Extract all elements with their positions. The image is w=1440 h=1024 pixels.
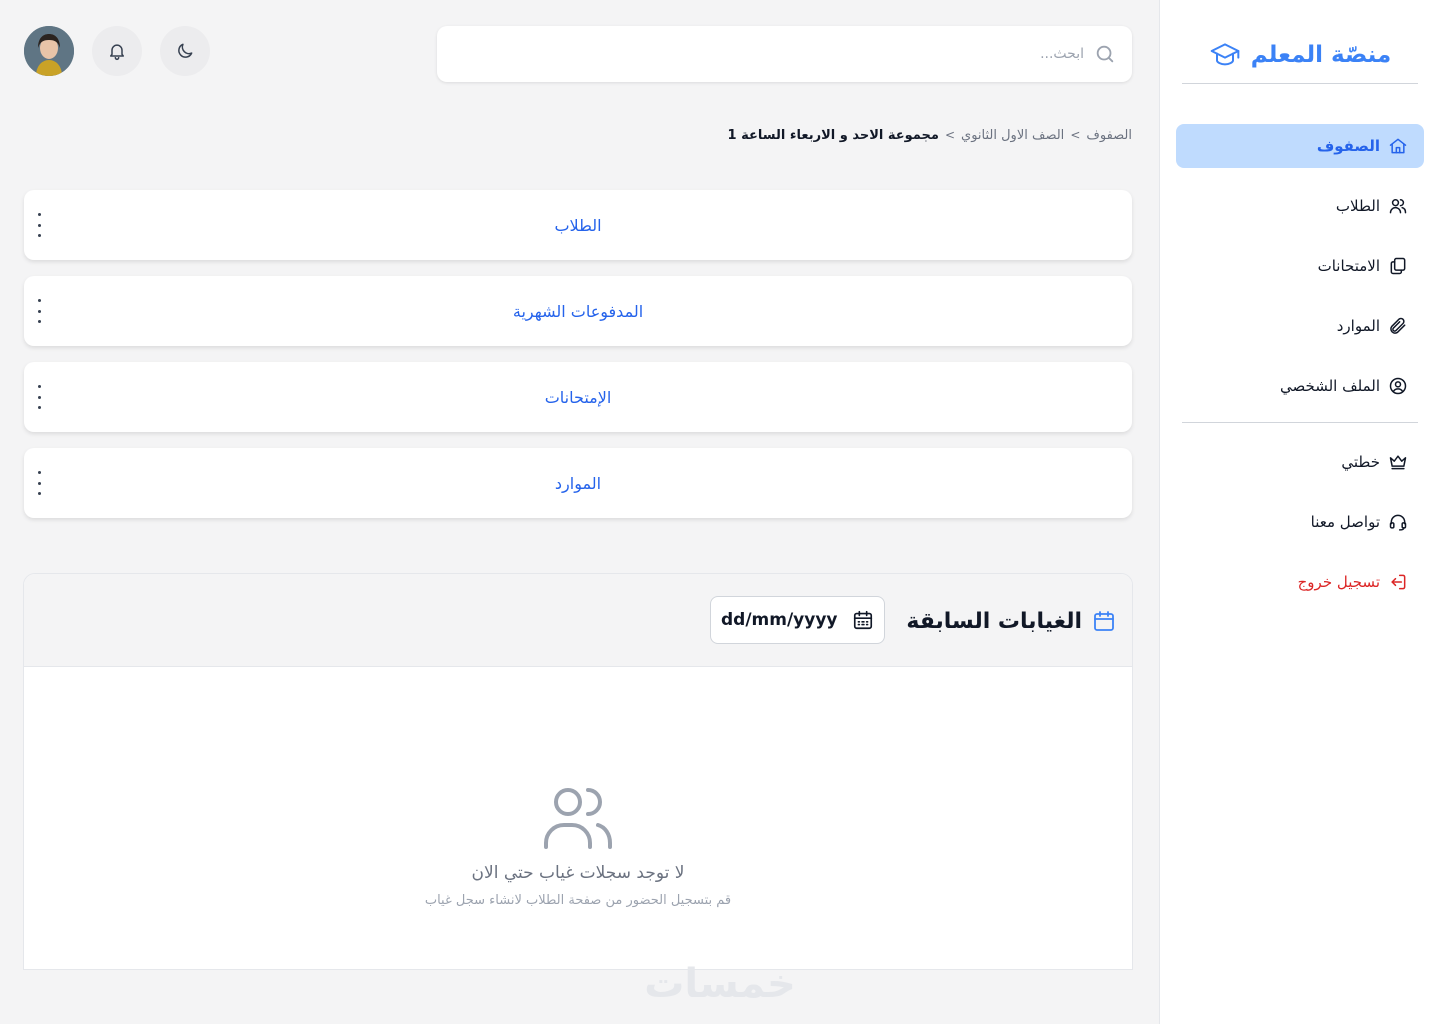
logout-icon — [1391, 574, 1406, 590]
empty-hint: قم بتسجيل الحضور من صفحة الطلاب لانشاء س… — [424, 893, 732, 908]
card-title: الإمتحانات — [544, 387, 612, 407]
calendar-icon — [1094, 611, 1114, 631]
avatar-image — [24, 26, 74, 76]
breadcrumb-separator: > — [944, 128, 956, 142]
absences-title: الغيابات السابقة — [906, 606, 1116, 636]
more-vertical-icon[interactable] — [34, 471, 44, 495]
home-icon — [1389, 138, 1407, 154]
calendar-picker-icon[interactable] — [852, 609, 874, 631]
breadcrumb-grade[interactable]: الصف الاول الثانوي — [961, 128, 1064, 143]
search-input[interactable] — [437, 26, 1084, 82]
paperclip-icon — [1390, 317, 1406, 334]
exams-card[interactable]: الإمتحانات — [24, 362, 1132, 432]
user-circle-icon — [1389, 377, 1407, 395]
sidebar-item-exams[interactable]: الامتحانات — [1176, 244, 1424, 288]
sidebar-item-label: الموارد — [1336, 317, 1380, 335]
sidebar-item-my-plan[interactable]: خطتي — [1176, 440, 1424, 484]
breadcrumb-classes[interactable]: الصفوف — [1086, 128, 1132, 143]
sidebar-item-logout[interactable]: تسجيل خروج — [1176, 560, 1424, 604]
notifications-button[interactable] — [92, 26, 142, 76]
sidebar-item-label: تواصل معنا — [1310, 513, 1380, 531]
sidebar-item-label: الامتحانات — [1317, 257, 1380, 275]
users-empty-icon — [544, 788, 612, 849]
date-value: dd/mm/yyyy — [721, 610, 838, 630]
brand-title: منصّة المعلم — [1250, 41, 1392, 68]
search-bar — [437, 26, 1132, 82]
sidebar-item-label: خطتي — [1341, 453, 1380, 471]
avatar[interactable] — [24, 26, 74, 76]
graduation-cap-icon — [1210, 42, 1240, 65]
sidebar-item-label: الطلاب — [1335, 197, 1380, 215]
sidebar-item-students[interactable]: الطلاب — [1176, 184, 1424, 228]
card-title: المدفوعات الشهرية — [512, 301, 644, 321]
sidebar-item-label: الصفوف — [1316, 137, 1380, 155]
absences-panel: الغيابات السابقة dd/mm/yyyy لا توجد سجلا… — [23, 573, 1133, 970]
search-icon — [1096, 45, 1114, 63]
documents-icon — [1390, 257, 1406, 275]
sidebar-item-label: تسجيل خروج — [1297, 573, 1380, 591]
sidebar: منصّة المعلم الصفوف الطلاب الامتحانات ال… — [1159, 0, 1440, 1024]
monthly-payments-card[interactable]: المدفوعات الشهرية — [24, 276, 1132, 346]
card-title: الموارد — [554, 473, 602, 493]
more-vertical-icon[interactable] — [34, 385, 44, 409]
sidebar-item-classes[interactable]: الصفوف — [1176, 124, 1424, 168]
empty-state: لا توجد سجلات غياب حتي الان قم بتسجيل ال… — [24, 667, 1132, 969]
watermark: خمسات — [644, 961, 796, 1007]
headset-icon — [1389, 514, 1407, 531]
breadcrumb: الصفوف > الصف الاول الثانوي > مجموعة الا… — [700, 124, 1132, 146]
empty-message: لا توجد سجلات غياب حتي الان — [471, 863, 685, 883]
breadcrumb-group: مجموعة الاحد و الاربعاء الساعة 1 — [727, 127, 939, 143]
absences-title-text: الغيابات السابقة — [906, 608, 1082, 634]
breadcrumb-separator: > — [1070, 128, 1081, 142]
date-picker-input[interactable]: dd/mm/yyyy — [710, 596, 885, 644]
more-vertical-icon[interactable] — [34, 213, 44, 237]
crown-icon — [1389, 455, 1407, 470]
sidebar-item-resources[interactable]: الموارد — [1176, 304, 1424, 348]
moon-icon — [178, 43, 193, 58]
sidebar-item-profile[interactable]: الملف الشخصي — [1176, 364, 1424, 408]
theme-toggle-button[interactable] — [160, 26, 210, 76]
card-title: الطلاب — [554, 215, 602, 235]
students-card[interactable]: الطلاب — [24, 190, 1132, 260]
sidebar-item-label: الملف الشخصي — [1280, 377, 1380, 395]
absences-panel-header: الغيابات السابقة dd/mm/yyyy — [24, 574, 1132, 667]
sidebar-item-contact[interactable]: تواصل معنا — [1176, 500, 1424, 544]
brand[interactable]: منصّة المعلم — [1182, 26, 1418, 84]
bell-icon — [110, 44, 124, 61]
sidebar-divider — [1182, 422, 1418, 423]
more-vertical-icon[interactable] — [34, 299, 44, 323]
resources-card[interactable]: الموارد — [24, 448, 1132, 518]
users-icon — [1389, 199, 1407, 214]
